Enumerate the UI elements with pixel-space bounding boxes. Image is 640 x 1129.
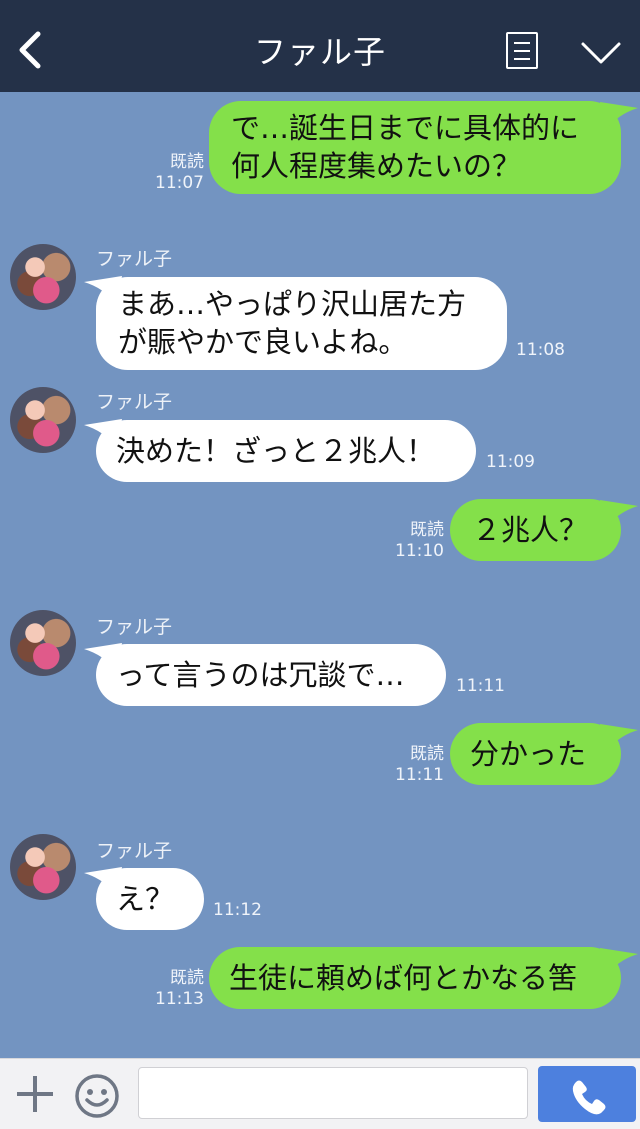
message-time: 11:11 (456, 676, 505, 696)
read-receipt: 既読 (170, 152, 204, 172)
message-bubble[interactable]: ２兆人？ (450, 499, 621, 561)
message-bubble[interactable]: え？ (96, 868, 204, 930)
menu-icon[interactable] (506, 32, 538, 69)
message-time: 11:11 (395, 765, 444, 785)
sender-name: ファル子 (96, 616, 173, 638)
message-time: 11:12 (213, 900, 262, 920)
message-time: 11:09 (486, 452, 535, 472)
plus-icon[interactable] (14, 1073, 56, 1115)
sender-name: ファル子 (96, 391, 173, 413)
message-time: 11:08 (516, 340, 565, 360)
message-meta: 既読 11:13 (150, 968, 204, 1010)
sender-name: ファル子 (96, 840, 173, 862)
message-time: 11:10 (395, 541, 444, 561)
bubble-tail (600, 724, 638, 752)
message-meta: 既読 11:11 (390, 744, 444, 786)
bubble-tail (600, 102, 638, 130)
message-meta: 既読 11:07 (150, 152, 204, 194)
message-bubble[interactable]: 分かった (450, 723, 621, 785)
message-bubble[interactable]: で…誕生日までに具体的に 何人程度集めたいの？ (209, 101, 621, 194)
chevron-down-icon[interactable] (580, 40, 622, 66)
sender-name: ファル子 (96, 248, 173, 270)
avatar[interactable] (10, 387, 76, 453)
emoji-icon[interactable] (74, 1073, 120, 1119)
message-bubble[interactable]: って言うのは冗談で… (96, 644, 446, 706)
message-bubble[interactable]: まあ…やっぱり沢山居た方 が賑やかで良いよね。 (96, 277, 507, 370)
avatar[interactable] (10, 610, 76, 676)
read-receipt: 既読 (170, 968, 204, 988)
read-receipt: 既読 (410, 744, 444, 764)
message-bubble[interactable]: 決めた！ざっと２兆人！ (96, 420, 476, 482)
chat-header: ファル子 (0, 0, 640, 92)
avatar[interactable] (10, 834, 76, 900)
bubble-tail (600, 500, 638, 528)
message-time: 11:07 (155, 173, 204, 193)
input-bar (0, 1058, 640, 1129)
message-meta: 既読 11:10 (390, 520, 444, 562)
call-button[interactable] (538, 1066, 636, 1122)
chat-title: ファル子 (253, 33, 386, 71)
message-time: 11:13 (155, 989, 204, 1009)
bubble-tail (600, 948, 638, 976)
read-receipt: 既読 (410, 520, 444, 540)
message-bubble[interactable]: 生徒に頼めば何とかなる筈 (209, 947, 621, 1009)
phone-icon (572, 1080, 606, 1115)
avatar[interactable] (10, 244, 76, 310)
chat-area[interactable]: 既読 11:07 で…誕生日までに具体的に 何人程度集めたいの？ ファル子 まあ… (0, 92, 640, 1058)
message-input[interactable] (138, 1067, 528, 1119)
